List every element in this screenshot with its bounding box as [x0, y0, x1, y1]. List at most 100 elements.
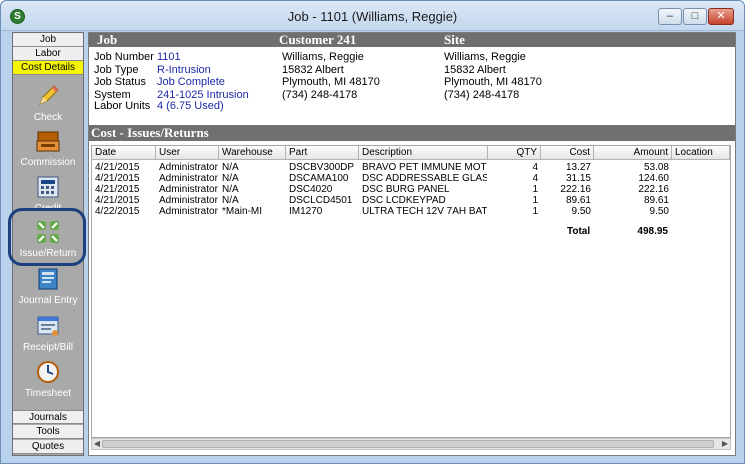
cell-part: DSCAMA100 [289, 173, 349, 184]
job-heading: Job [97, 32, 118, 47]
tab-job[interactable]: Job [13, 33, 83, 47]
cell-part: DSC4020 [289, 184, 333, 195]
cell-part: DSCLCD4501 [289, 195, 353, 206]
cell-user: Administrator [159, 206, 218, 217]
section-title: Cost - Issues/Returns [89, 125, 735, 141]
tab-labor[interactable]: Labor [13, 47, 83, 61]
calculator-icon [37, 176, 59, 198]
cell-warehouse: N/A [222, 162, 239, 173]
tab-cost-details[interactable]: Cost Details [13, 61, 83, 75]
site-phone: (734) 248-4178 [444, 89, 520, 101]
column-header-description[interactable]: Description [359, 146, 488, 160]
job-status-value[interactable]: Job Complete [157, 76, 225, 88]
labor-units-label: Labor Units [94, 100, 151, 112]
minimize-button[interactable]: – [658, 8, 682, 25]
job-status-label: Job Status [94, 76, 146, 88]
scroll-right-arrow-icon[interactable]: ▶ [720, 439, 730, 449]
column-header-cost[interactable]: Cost [541, 146, 594, 160]
customer-city: Plymouth, MI 48170 [282, 76, 380, 88]
window-title: Job - 1101 (Williams, Reggie) [287, 9, 458, 24]
labor-units-value[interactable]: 4 (6.75 Used) [157, 100, 224, 112]
cell-qty: 4 [532, 162, 538, 173]
cell-description: DSC BURG PANEL [362, 184, 450, 195]
maximize-button[interactable]: □ [683, 8, 707, 25]
sidebar-item-label: Receipt/Bill [22, 342, 74, 353]
cell-qty: 1 [532, 184, 538, 195]
cell-amount: 222.16 [638, 184, 669, 195]
tab-journals[interactable]: Journals [13, 410, 83, 424]
cell-description: DSC LCDKEYPAD [362, 195, 446, 206]
customer-name: Williams, Reggie [282, 51, 364, 63]
cell-amount: 9.50 [649, 206, 669, 217]
column-header-amount[interactable]: Amount [594, 146, 672, 160]
cell-warehouse: *Main-MI [222, 206, 263, 217]
app-window: S Job - 1101 (Williams, Reggie) – □ ✕ Jo… [0, 0, 745, 464]
cell-description: ULTRA TECH 12V 7AH BATTERY [362, 206, 487, 217]
cash-register-icon [36, 131, 60, 152]
cell-user: Administrator [159, 195, 218, 206]
job-type-value[interactable]: R-Intrusion [157, 64, 211, 76]
cell-warehouse: N/A [222, 195, 239, 206]
site-address: 15832 Albert [444, 64, 506, 76]
site-heading: Site [444, 32, 465, 47]
cell-amount: 53.08 [643, 162, 669, 173]
cell-user: Administrator [159, 162, 218, 173]
cell-part: DSCBV300DP [289, 162, 355, 173]
cell-cost: 9.50 [571, 206, 591, 217]
sidebar-item-timesheet[interactable]: Timesheet [13, 359, 83, 399]
cell-user: Administrator [159, 173, 218, 184]
sidebar-item-journal-entry[interactable]: Journal Entry [13, 266, 83, 306]
cell-cost: 31.15 [565, 173, 591, 184]
cell-cost: 222.16 [560, 184, 591, 195]
job-number-value[interactable]: 1101 [157, 51, 181, 63]
cell-part: IM1270 [289, 206, 323, 217]
job-header: Job Customer 241 Site Job Number 1101 Jo… [89, 32, 735, 121]
journal-icon [38, 268, 58, 290]
header-band [89, 33, 735, 47]
sidebar-item-receipt-bill[interactable]: Receipt/Bill [13, 313, 83, 353]
sidebar-item-label: Journal Entry [18, 295, 78, 306]
scrollbar-thumb[interactable] [102, 440, 714, 448]
main-content: Job Customer 241 Site Job Number 1101 Jo… [88, 32, 736, 456]
receipt-icon [37, 316, 59, 336]
total-label: Total [567, 226, 590, 237]
total-value: 498.95 [637, 226, 668, 237]
column-header-warehouse[interactable]: Warehouse [219, 146, 286, 160]
cell-warehouse: N/A [222, 184, 239, 195]
cell-description: BRAVO PET IMMUNE MOTION [362, 162, 487, 173]
column-header-user[interactable]: User [156, 146, 219, 160]
cell-date: 4/22/2015 [95, 206, 140, 217]
sidebar-item-check[interactable]: Check [13, 83, 83, 123]
column-header-location[interactable]: Location [672, 146, 730, 160]
close-button[interactable]: ✕ [708, 8, 734, 25]
sidebar-item-commission[interactable]: Commission [13, 128, 83, 168]
cost-table[interactable]: Date User Warehouse Part Description QTY… [91, 145, 731, 438]
tab-quotes[interactable]: Quotes [13, 440, 83, 454]
customer-phone: (734) 248-4178 [282, 89, 358, 101]
highlight-circle [8, 208, 86, 266]
column-header-qty[interactable]: QTY [488, 146, 541, 160]
horizontal-scrollbar[interactable]: ◀ ▶ [91, 438, 731, 450]
sidebar-item-label: Timesheet [24, 388, 72, 399]
column-header-date[interactable]: Date [92, 146, 156, 160]
cell-qty: 4 [532, 173, 538, 184]
job-type-label: Job Type [94, 64, 139, 76]
cell-warehouse: N/A [222, 173, 239, 184]
sidebar-item-label: Commission [20, 157, 76, 168]
clock-icon [37, 361, 59, 383]
cell-date: 4/21/2015 [95, 184, 140, 195]
cell-date: 4/21/2015 [95, 195, 140, 206]
cell-description: DSC ADDRESSABLE GLASSBR... [362, 173, 487, 184]
cell-user: Administrator [159, 184, 218, 195]
cell-amount: 124.60 [638, 173, 669, 184]
column-header-part[interactable]: Part [286, 146, 359, 160]
title-bar[interactable]: S Job - 1101 (Williams, Reggie) – □ ✕ [1, 1, 744, 31]
cell-date: 4/21/2015 [95, 173, 140, 184]
tab-tools[interactable]: Tools [13, 425, 83, 439]
cell-date: 4/21/2015 [95, 162, 140, 173]
cell-cost: 89.61 [565, 195, 591, 206]
scroll-left-arrow-icon[interactable]: ◀ [92, 439, 102, 449]
cell-cost: 13.27 [565, 162, 591, 173]
customer-heading: Customer 241 [279, 32, 357, 47]
site-city: Plymouth, MI 48170 [444, 76, 542, 88]
